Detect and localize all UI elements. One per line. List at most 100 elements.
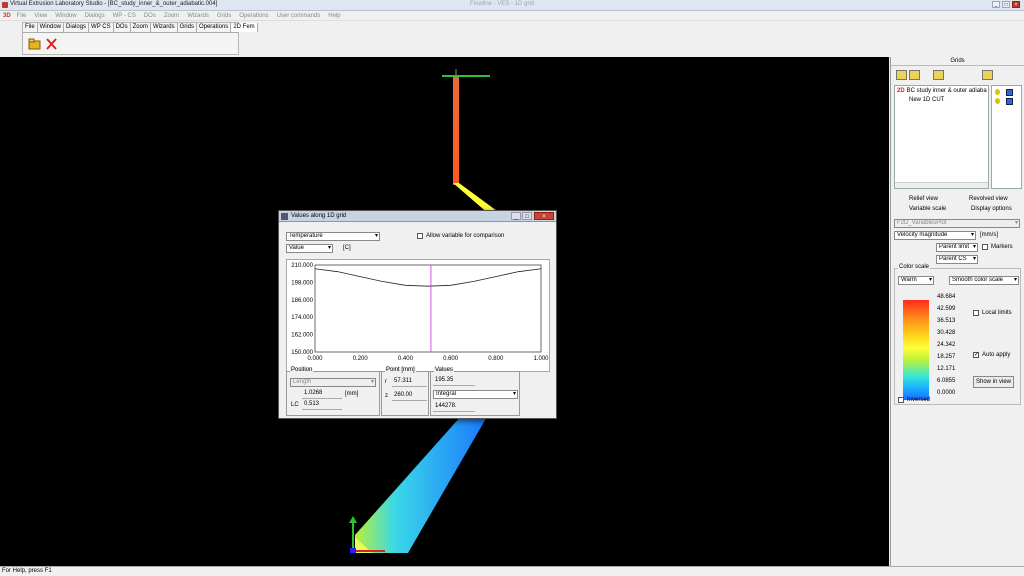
menu-bar: 3D File View Window Dialogs WP - CS DOs … [0,11,1024,21]
lightbulb-icon[interactable] [995,98,1000,104]
menu-view[interactable]: View [34,13,47,19]
lightbulb-icon[interactable] [995,89,1000,95]
inversed-checkbox[interactable] [898,397,904,403]
tab-zoom[interactable]: Zoom [131,23,151,32]
tab-wizards[interactable]: Wizards [151,23,178,32]
menu-window[interactable]: Window [55,13,76,19]
point-group-label: Point [mm] [385,367,416,373]
tab-display-options[interactable]: Display options [971,206,1012,212]
point-group: Point [mm] r 57.311 z 260.00 [381,367,429,416]
tab-dos[interactable]: DOs [114,23,131,32]
local-limits-label: Local limits [982,310,1012,316]
tab-window[interactable]: Window [38,23,65,32]
tab-file[interactable]: File [23,23,38,32]
auto-apply-checkbox[interactable]: ✓ [973,352,979,358]
ribbon-toolbar: File Window Dialogs WP CS DOs Zoom Wizar… [22,22,258,55]
menu-dos[interactable]: DOs [144,13,156,19]
grid-properties-icon[interactable] [982,70,993,80]
menu-operations[interactable]: Operations [239,13,268,19]
scale-tick: 18.257 [937,354,956,360]
allow-comparison-checkbox[interactable] [417,233,423,239]
position-group: Position Length 1.0268 [mm] LC 0.513 [286,367,380,416]
scale-tick: 6.0855 [937,378,956,384]
1d-cut-marker[interactable] [442,69,490,81]
local-limits-checkbox[interactable] [973,310,979,316]
panel-tabs: Relief view Revolved view Variable scale… [893,195,1023,217]
menu-dialogs[interactable]: Dialogs [85,13,105,19]
cube-icon[interactable] [1006,89,1013,96]
tree-child-item[interactable]: New 1D CUT [909,97,944,103]
dialog-maximize-button[interactable]: □ [522,212,532,220]
menu-file[interactable]: File [17,13,27,19]
auto-apply-label: Auto apply [982,352,1011,358]
y-tick-label: 198.000 [291,280,313,286]
tab-grids[interactable]: Grids [178,23,197,32]
delete-icon[interactable] [45,38,58,50]
grid-settings-icon[interactable] [933,70,944,80]
show-in-view-button[interactable]: Show in view [973,376,1014,388]
menu-help[interactable]: Help [328,13,340,19]
tab-revolved-view[interactable]: Revolved view [969,196,1008,202]
z-label: z [385,393,388,399]
maximize-button[interactable]: □ [1002,1,1010,8]
close-button[interactable]: × [1012,1,1020,8]
grid-tree: 2D BC study inner & outer adiaba New 1D C… [894,85,989,189]
dialog-app-icon [281,213,288,220]
tab-wp-cs[interactable]: WP CS [89,23,114,32]
r-value: 57.311 [392,378,427,387]
scale-tick: 30.428 [937,330,956,336]
tree-root-label: BC study inner & outer adiaba [906,88,987,94]
dialog-close-button[interactable]: × [534,212,554,220]
markers-checkbox[interactable] [982,244,988,250]
variable-unit: [C] [343,245,351,251]
allow-comparison-label: Allow variable for comparison [426,233,505,239]
integral-mode-select[interactable]: Integral [433,390,518,399]
x-tick-label: 0.800 [488,356,504,362]
position-type-select[interactable]: Length [290,378,376,387]
tab-operations[interactable]: Operations [197,23,232,32]
open-folder-icon[interactable] [28,38,41,50]
menu-grids[interactable]: Grids [217,13,231,19]
scale-mode-select[interactable]: Smooth color scale [949,276,1019,285]
plot-select[interactable]: F2D_VariablesPlot [894,219,1020,228]
chart-svg: 210.000198.000186.000174.000162.000150.0… [291,263,549,362]
y-tick-label: 174.000 [291,315,313,321]
scale-tick: 12.171 [937,366,956,372]
scale-tick: 24.342 [937,342,956,348]
parent-cs-select[interactable]: Parent CS [936,255,978,264]
tab-variable-scale[interactable]: Variable scale [909,206,946,212]
add-grid-icon[interactable] [896,70,907,80]
parent-limit-select[interactable]: Parent limit [936,243,978,252]
menu-wizards[interactable]: Wizards [187,13,209,19]
tree-horizontal-scrollbar[interactable] [895,182,988,188]
tree-root-item[interactable]: 2D BC study inner & outer adiaba [897,88,987,94]
scale-tick: 42.599 [937,306,956,312]
edit-grid-icon[interactable] [909,70,920,80]
position-value-field[interactable]: 1.0268 [302,390,342,399]
lc-label: LC [291,402,299,408]
scale-variable-select[interactable]: Velocity magnitude [894,231,976,240]
palette-select[interactable]: Warm [898,276,934,285]
temperature-series-line [314,268,542,287]
scale-tick: 0.0000 [937,390,956,396]
menu-user-commands[interactable]: User commands [277,13,321,19]
tab-relief-view[interactable]: Relief view [909,196,938,202]
menu-zoom[interactable]: Zoom [164,13,179,19]
mode-select[interactable]: Value [286,244,333,253]
cube-icon[interactable] [1006,98,1013,105]
minimize-button[interactable]: _ [992,1,1000,8]
tab-2d-fem[interactable]: 2D Fem [231,23,258,32]
values-group: Values 195.35 Integral 144278. [430,367,520,416]
variable-select[interactable]: Temperature [286,232,380,241]
temperature-chart[interactable]: 210.000 198.000 186.000 174.000 162.000 150.0… [286,259,550,372]
tab-dialogs[interactable]: Dialogs [64,23,90,32]
x-tick-label: 0.000 [307,356,323,362]
markers-label: Markers [991,244,1013,250]
color-scale-bar [903,300,929,400]
dialog-minimize-button[interactable]: _ [511,212,521,220]
inversed-label: Inversed [907,397,931,403]
color-scale-group: Color scale Warm Smooth color scale 48.6… [894,264,1021,405]
window-title: Virtual Extrusion Laboratory Studio - [B… [10,1,218,7]
plot-frame [314,264,542,353]
menu-wp-cs[interactable]: WP - CS [113,13,136,19]
